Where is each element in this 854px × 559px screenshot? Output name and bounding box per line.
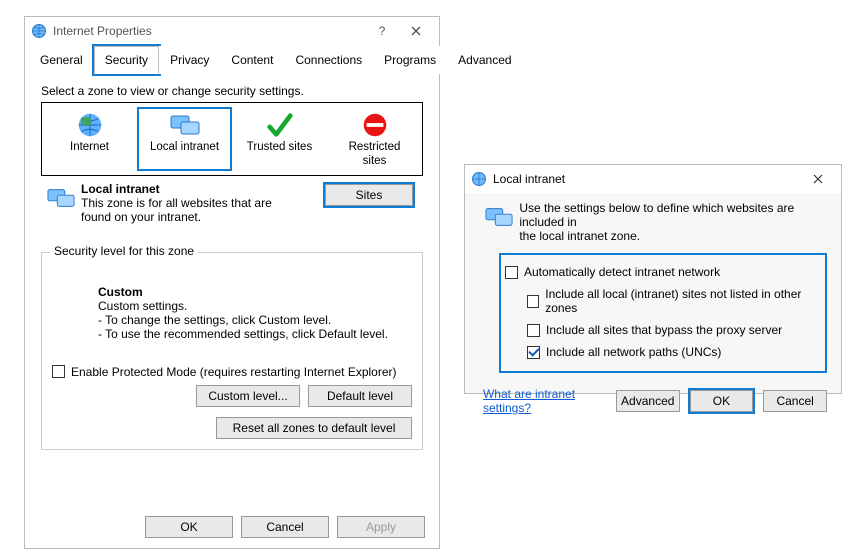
unc-paths-checkbox[interactable] xyxy=(527,346,540,359)
zone-name: Local intranet xyxy=(81,182,325,196)
ok-button[interactable]: OK xyxy=(690,390,754,412)
local-intranet-icon xyxy=(44,184,78,212)
protected-mode-label: Enable Protected Mode (requires restarti… xyxy=(71,365,397,379)
zone-local-intranet[interactable]: Local intranet xyxy=(137,107,232,171)
local-intranet-dialog: Local intranet Use the settings below to… xyxy=(464,164,842,394)
default-level-button[interactable]: Default level xyxy=(308,385,412,407)
bypass-proxy-label: Include all sites that bypass the proxy … xyxy=(546,323,782,337)
dialog-title: Internet Properties xyxy=(53,24,152,38)
intranet-options-group: Automatically detect intranet network In… xyxy=(499,253,827,373)
include-local-label: Include all local (intranet) sites not l… xyxy=(545,287,817,315)
tab-advanced[interactable]: Advanced xyxy=(447,46,522,74)
close-icon xyxy=(813,174,823,184)
bypass-proxy-checkbox[interactable] xyxy=(527,324,540,337)
cancel-button[interactable]: Cancel xyxy=(241,516,329,538)
close-icon xyxy=(411,26,421,36)
titlebar: Local intranet xyxy=(465,165,841,193)
cancel-button[interactable]: Cancel xyxy=(763,390,827,412)
custom-level-button[interactable]: Custom level... xyxy=(196,385,300,407)
protected-mode-checkbox[interactable] xyxy=(52,365,65,378)
instruction-text: Use the settings below to define which w… xyxy=(519,201,827,243)
tab-connections[interactable]: Connections xyxy=(284,46,373,74)
dialog-title: Local intranet xyxy=(493,172,565,186)
zone-description: Local intranet This zone is for all webs… xyxy=(81,182,325,224)
titlebar: Internet Properties ? xyxy=(25,17,439,45)
restricted-sites-icon xyxy=(360,110,390,140)
custom-title: Custom xyxy=(98,285,412,299)
help-button[interactable]: ? xyxy=(365,20,399,42)
globe-icon xyxy=(471,171,487,187)
advanced-button[interactable]: Advanced xyxy=(616,390,680,412)
auto-detect-label: Automatically detect intranet network xyxy=(524,265,720,279)
select-zone-label: Select a zone to view or change security… xyxy=(41,84,423,98)
tab-general[interactable]: General xyxy=(29,46,94,74)
reset-all-zones-button[interactable]: Reset all zones to default level xyxy=(216,417,412,439)
include-local-checkbox[interactable] xyxy=(527,295,539,308)
unc-paths-label: Include all network paths (UNCs) xyxy=(546,345,721,359)
security-level-group: Security level for this zone Custom Cust… xyxy=(41,252,423,450)
zone-listbox: Internet Local intranet Trusted sites Re… xyxy=(41,102,423,176)
tab-privacy[interactable]: Privacy xyxy=(159,46,220,74)
auto-detect-checkbox[interactable] xyxy=(505,266,518,279)
internet-properties-dialog: Internet Properties ? General Security P… xyxy=(24,16,440,549)
zone-trusted-sites[interactable]: Trusted sites xyxy=(232,107,327,171)
close-button[interactable] xyxy=(801,168,835,190)
zone-internet[interactable]: Internet xyxy=(42,107,137,171)
tab-content[interactable]: Content xyxy=(220,46,284,74)
tab-security[interactable]: Security xyxy=(94,46,159,74)
security-level-label: Security level for this zone xyxy=(50,244,198,258)
apply-button[interactable]: Apply xyxy=(337,516,425,538)
local-intranet-icon xyxy=(482,203,516,231)
what-are-intranet-settings-link[interactable]: What are intranet settings? xyxy=(483,387,606,415)
tabstrip: General Security Privacy Content Connect… xyxy=(29,45,435,74)
tab-programs[interactable]: Programs xyxy=(373,46,447,74)
close-button[interactable] xyxy=(399,20,433,42)
globe-icon xyxy=(31,23,47,39)
sites-button[interactable]: Sites xyxy=(325,184,413,206)
internet-zone-icon xyxy=(75,110,105,140)
ok-button[interactable]: OK xyxy=(145,516,233,538)
zone-restricted-sites[interactable]: Restricted sites xyxy=(327,107,422,171)
trusted-sites-icon xyxy=(265,110,295,140)
local-intranet-zone-icon xyxy=(167,110,203,140)
